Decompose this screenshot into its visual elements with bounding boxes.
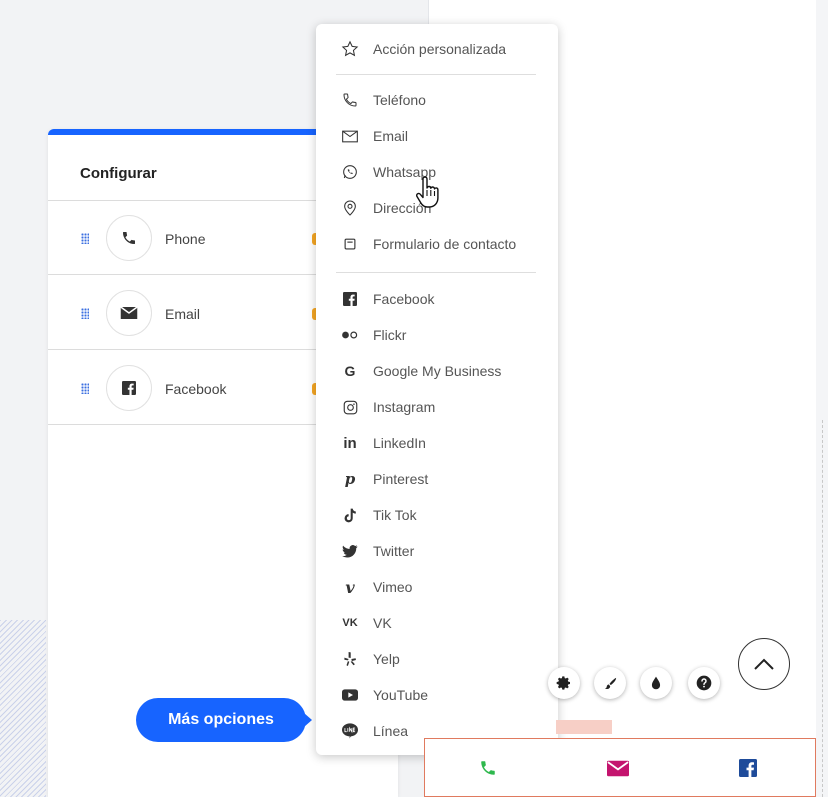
flickr-icon bbox=[340, 325, 360, 345]
linkedin-icon: in bbox=[343, 434, 357, 452]
menu-item-label: Pinterest bbox=[373, 471, 429, 487]
instagram-icon bbox=[340, 397, 360, 417]
phone-icon bbox=[340, 90, 360, 110]
menu-item-flickr[interactable]: Flickr bbox=[316, 317, 558, 353]
facebook-icon bbox=[106, 365, 152, 411]
action-menu: Acción personalizada Teléfono Email What… bbox=[316, 24, 558, 755]
panel-title: Configurar bbox=[80, 165, 157, 182]
drag-handle-icon[interactable] bbox=[81, 233, 89, 244]
line-icon bbox=[340, 721, 360, 741]
menu-item-label: Yelp bbox=[373, 651, 400, 667]
menu-item-label: Email bbox=[373, 128, 409, 144]
help-button[interactable] bbox=[688, 667, 720, 699]
settings-button[interactable] bbox=[548, 667, 580, 699]
facebook-icon bbox=[340, 289, 360, 309]
menu-item-label: Acción personalizada bbox=[373, 41, 507, 57]
twitter-icon bbox=[340, 541, 360, 561]
menu-item-google-my-business[interactable]: G Google My Business bbox=[316, 353, 558, 389]
brush-icon bbox=[604, 677, 616, 689]
menu-item-label: LinkedIn bbox=[373, 435, 426, 451]
vk-icon: VK bbox=[342, 617, 358, 629]
menu-item-vimeo[interactable]: v Vimeo bbox=[316, 569, 558, 605]
menu-item-twitter[interactable]: Twitter bbox=[316, 533, 558, 569]
youtube-icon bbox=[340, 685, 360, 705]
design-button[interactable] bbox=[594, 667, 626, 699]
menu-item-tiktok[interactable]: Tik Tok bbox=[316, 497, 558, 533]
question-icon bbox=[696, 675, 712, 691]
drag-handle-icon[interactable] bbox=[81, 308, 89, 319]
hand-cursor-icon bbox=[415, 176, 439, 208]
star-icon bbox=[340, 39, 360, 59]
location-pin-icon bbox=[340, 198, 360, 218]
menu-item-label: Flickr bbox=[373, 327, 407, 343]
widget-tag bbox=[556, 720, 612, 734]
menu-item-label: Vimeo bbox=[373, 579, 413, 595]
facebook-icon[interactable] bbox=[737, 757, 759, 779]
drag-handle-icon[interactable] bbox=[81, 383, 89, 394]
menu-item-label: Formulario de contacto bbox=[373, 236, 517, 252]
phone-icon bbox=[106, 215, 152, 261]
menu-item-label: Google My Business bbox=[373, 363, 502, 379]
menu-item-yelp[interactable]: Yelp bbox=[316, 641, 558, 677]
menu-separator bbox=[336, 74, 536, 75]
menu-item-email[interactable]: Email bbox=[316, 118, 558, 154]
menu-item-label: Tik Tok bbox=[373, 507, 417, 523]
google-icon: G bbox=[344, 363, 356, 379]
envelope-icon bbox=[106, 290, 152, 336]
menu-item-label: Twitter bbox=[373, 543, 415, 559]
envelope-icon bbox=[340, 126, 360, 146]
contact-widget-preview bbox=[424, 738, 816, 797]
color-button[interactable] bbox=[640, 667, 672, 699]
menu-item-label: YouTube bbox=[373, 687, 429, 703]
vimeo-icon: v bbox=[345, 577, 355, 597]
menu-item-label: VK bbox=[373, 615, 392, 631]
menu-item-phone[interactable]: Teléfono bbox=[316, 82, 558, 118]
menu-item-instagram[interactable]: Instagram bbox=[316, 389, 558, 425]
decorative-stripes bbox=[0, 620, 46, 797]
menu-item-contact-form[interactable]: Formulario de contacto bbox=[316, 226, 558, 262]
menu-item-label: Facebook bbox=[373, 291, 435, 307]
row-label: Email bbox=[165, 306, 201, 322]
gear-icon bbox=[556, 676, 570, 690]
menu-item-linkedin[interactable]: in LinkedIn bbox=[316, 425, 558, 461]
more-options-button[interactable]: Más opciones bbox=[136, 698, 312, 742]
menu-separator bbox=[336, 272, 536, 273]
row-label: Phone bbox=[165, 231, 206, 247]
menu-item-facebook[interactable]: Facebook bbox=[316, 281, 558, 317]
collapse-button[interactable] bbox=[738, 638, 790, 690]
envelope-icon[interactable] bbox=[607, 757, 629, 779]
tiktok-icon bbox=[340, 505, 360, 525]
form-icon bbox=[340, 234, 360, 254]
menu-item-youtube[interactable]: YouTube bbox=[316, 677, 558, 713]
drop-icon bbox=[651, 676, 661, 689]
menu-item-label: Instagram bbox=[373, 399, 436, 415]
yelp-icon bbox=[340, 649, 360, 669]
menu-item-pinterest[interactable]: p Pinterest bbox=[316, 461, 558, 497]
row-label: Facebook bbox=[165, 381, 227, 397]
menu-item-label: Teléfono bbox=[373, 92, 426, 108]
whatsapp-icon bbox=[340, 162, 360, 182]
chevron-up-icon bbox=[754, 658, 774, 670]
menu-item-label: Línea bbox=[373, 723, 409, 739]
menu-item-vk[interactable]: VK VK bbox=[316, 605, 558, 641]
dotted-edge bbox=[822, 420, 823, 797]
pinterest-icon: p bbox=[344, 470, 356, 488]
menu-item-custom-action[interactable]: Acción personalizada bbox=[316, 31, 558, 67]
phone-icon[interactable] bbox=[477, 757, 499, 779]
